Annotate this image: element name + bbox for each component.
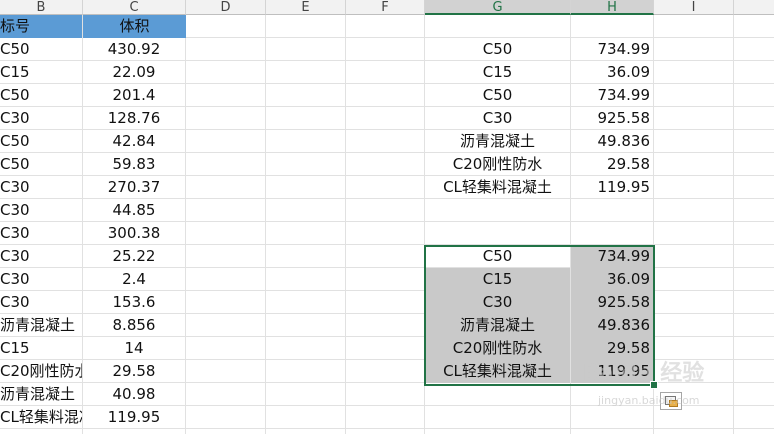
cell-b[interactable]: C20刚性防水 <box>0 360 82 383</box>
cell-g[interactable]: C20刚性防水 <box>425 153 570 176</box>
cell-b[interactable]: CL轻集料混凝土 <box>0 406 82 429</box>
cell-b[interactable]: C30 <box>0 222 82 245</box>
cell-g[interactable]: CL轻集料混凝土 <box>425 360 570 383</box>
column-header-e[interactable]: E <box>266 0 346 15</box>
cell-g[interactable]: C50 <box>425 245 570 268</box>
cell-b[interactable]: C50 <box>0 38 82 61</box>
column-header-g[interactable]: G <box>425 0 571 15</box>
cell-c[interactable]: 128.76 <box>83 107 185 130</box>
cell-c[interactable]: 44.85 <box>83 199 185 222</box>
cell-g[interactable]: CL轻集料混凝土 <box>425 176 570 199</box>
cell-g[interactable]: 沥青混凝土 <box>425 130 570 153</box>
cell-g[interactable]: C15 <box>425 61 570 84</box>
cell-g[interactable]: C15 <box>425 268 570 291</box>
cell-c[interactable]: 40.98 <box>83 383 185 406</box>
cell-h[interactable]: 734.99 <box>571 38 653 61</box>
cell-c[interactable]: 8.856 <box>83 314 185 337</box>
cell-g[interactable]: C30 <box>425 107 570 130</box>
cell-b[interactable]: C15 <box>0 61 82 84</box>
column-header-h[interactable]: H <box>571 0 654 15</box>
gridline-v <box>345 15 346 434</box>
cell-g[interactable]: C30 <box>425 291 570 314</box>
column-header-i[interactable]: I <box>654 0 734 15</box>
cell-b[interactable]: 沥青混凝土 <box>0 383 82 406</box>
cell-c[interactable]: 119.95 <box>83 406 185 429</box>
cell-g[interactable]: C50 <box>425 84 570 107</box>
gridline-v <box>733 15 734 434</box>
cell-b[interactable]: 沥青混凝土 <box>0 314 82 337</box>
cell-c[interactable]: 14 <box>83 337 185 360</box>
column-header-f[interactable]: F <box>346 0 425 15</box>
cell-h[interactable]: 925.58 <box>571 107 653 130</box>
cell-c[interactable]: 153.6 <box>83 291 185 314</box>
cell-h[interactable]: 119.95 <box>571 176 653 199</box>
cell-h[interactable]: 49.836 <box>571 130 653 153</box>
cell-c[interactable]: 59.83 <box>83 153 185 176</box>
cell-c[interactable]: 2.4 <box>83 268 185 291</box>
cell-h[interactable]: 29.58 <box>571 153 653 176</box>
cell-c[interactable]: 42.84 <box>83 130 185 153</box>
cell-h[interactable]: 49.836 <box>571 314 653 337</box>
cell-b[interactable]: C30 <box>0 176 82 199</box>
cell-b[interactable]: C15 <box>0 337 82 360</box>
cell-h[interactable]: 29.58 <box>571 337 653 360</box>
cell-h[interactable]: 36.09 <box>571 61 653 84</box>
cell-h[interactable]: 734.99 <box>571 245 653 268</box>
cell-g[interactable]: C50 <box>425 38 570 61</box>
cell-b[interactable]: C50 <box>0 130 82 153</box>
quick-analysis-icon-lightning <box>669 400 678 407</box>
gridline-v <box>265 15 266 434</box>
cell-h[interactable]: 36.09 <box>571 268 653 291</box>
cell-c[interactable]: 201.4 <box>83 84 185 107</box>
cell-b[interactable]: C50 <box>0 84 82 107</box>
column-header-c[interactable]: C <box>83 0 186 15</box>
cell-c[interactable]: 22.09 <box>83 61 185 84</box>
gridline-v <box>653 15 654 434</box>
cell-c[interactable]: 29.58 <box>83 360 185 383</box>
cell-h[interactable]: 119.95 <box>571 360 653 383</box>
cell-c[interactable]: 300.38 <box>83 222 185 245</box>
cell-h[interactable]: 925.58 <box>571 291 653 314</box>
cell-c[interactable]: 270.37 <box>83 176 185 199</box>
column-header-d[interactable]: D <box>186 0 266 15</box>
header-cell-tiji[interactable]: 体积 <box>83 15 186 38</box>
column-header-j[interactable] <box>734 0 774 15</box>
gridline-v <box>185 15 186 434</box>
cell-b[interactable]: C30 <box>0 107 82 130</box>
cell-g[interactable]: C20刚性防水 <box>425 337 570 360</box>
column-header-b[interactable]: B <box>0 0 83 15</box>
cell-b[interactable]: C30 <box>0 245 82 268</box>
cell-h[interactable]: 734.99 <box>571 84 653 107</box>
cell-c[interactable]: 25.22 <box>83 245 185 268</box>
header-cell-biaohao[interactable]: 标号 <box>0 15 82 38</box>
fill-handle[interactable] <box>650 381 658 389</box>
cell-b[interactable]: C30 <box>0 291 82 314</box>
cell-g[interactable]: 沥青混凝土 <box>425 314 570 337</box>
cell-c[interactable]: 430.92 <box>83 38 185 61</box>
cell-b[interactable]: C50 <box>0 153 82 176</box>
cell-b[interactable]: C30 <box>0 268 82 291</box>
cell-b[interactable]: C30 <box>0 199 82 222</box>
quick-analysis-icon[interactable] <box>660 392 682 410</box>
